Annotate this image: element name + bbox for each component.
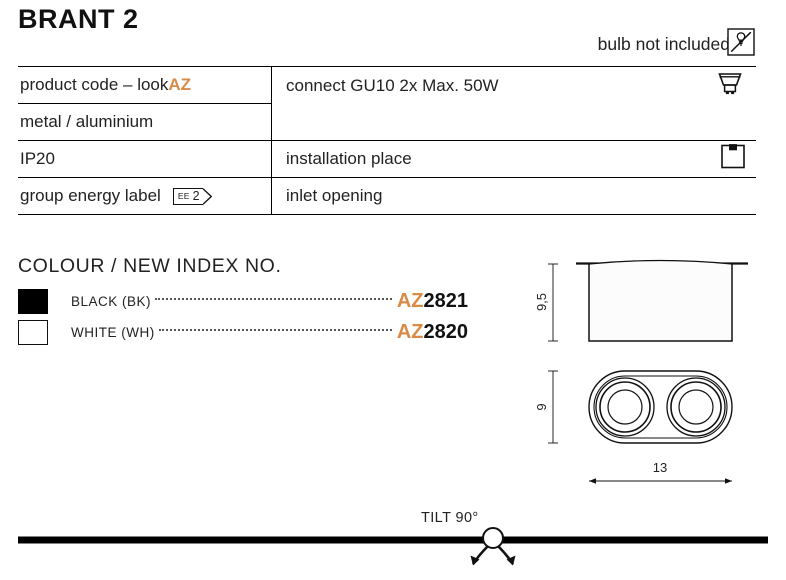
energy-badge-arrow-icon — [202, 187, 212, 205]
dimension-height-bottom — [548, 370, 558, 444]
list-item: WHITE (WH) AZ2820 — [18, 317, 468, 348]
tilt-graphic — [0, 520, 786, 575]
energy-label-cell: group energy label EE 2 — [18, 178, 272, 214]
index-code-black: AZ2821 — [397, 290, 468, 313]
product-code-cell: product code – look AZ — [18, 67, 272, 104]
colour-swatch-white — [18, 320, 48, 345]
connect-cell: connect GU10 2x Max. 50W — [272, 67, 756, 104]
spec-table: product code – look AZ connect GU10 2x M… — [18, 66, 756, 215]
page-title: BRANT 2 — [18, 4, 139, 34]
index-code-prefix: AZ — [396, 290, 424, 312]
ceiling-mount-icon — [716, 140, 750, 179]
material-cell: metal / aluminium — [18, 104, 272, 140]
table-row: metal / aluminium — [18, 104, 756, 141]
dimension-width-bottom — [589, 478, 732, 484]
connect-label: connect GU10 2x Max. 50W — [286, 75, 499, 95]
energy-label-text: group energy label — [20, 186, 161, 205]
table-row: product code – look AZ connect GU10 2x M… — [18, 67, 756, 104]
colour-name-black: BLACK (BK) — [71, 294, 152, 309]
inlet-opening-label: inlet opening — [286, 186, 383, 205]
table-row: IP20 installation place — [18, 141, 756, 178]
product-code-accent: AZ — [168, 75, 192, 94]
list-item: BLACK (BK) AZ2821 — [18, 286, 468, 317]
colour-section: COLOUR / NEW INDEX NO. BLACK (BK) AZ2821… — [18, 255, 468, 348]
energy-badge-prefix: EE — [177, 191, 190, 201]
dimension-label-height-bottom: 9 — [534, 403, 549, 410]
colour-section-heading: COLOUR / NEW INDEX NO. — [18, 255, 282, 277]
dimension-label-width-bottom: 13 — [653, 460, 667, 475]
colour-swatch-black — [18, 289, 48, 314]
colour-name-white: WHITE (WH) — [71, 325, 155, 340]
dimension-label-height-side: 9,5 — [534, 293, 549, 311]
product-code-label: product code – look — [20, 75, 169, 94]
energy-label-badge: EE 2 — [172, 187, 212, 205]
dimension-height-side — [548, 263, 558, 342]
empty-cell — [272, 104, 756, 140]
bulb-crossed-out-icon — [727, 28, 755, 56]
energy-badge-value: 2 — [192, 189, 200, 203]
table-row: group energy label EE 2 inlet opening — [18, 178, 756, 215]
technical-drawing: 9,5 9 13 — [520, 240, 786, 490]
index-code-number: 2820 — [423, 321, 469, 343]
index-code-white: AZ2820 — [397, 321, 468, 344]
material-label: metal / aluminium — [20, 112, 154, 131]
side-view-drawing — [576, 259, 748, 342]
leader-dots — [155, 298, 392, 300]
bulb-not-included-label: bulb not included — [597, 34, 730, 54]
installation-place-cell: installation place — [272, 141, 756, 177]
leader-dots — [158, 329, 392, 331]
installation-place-label: installation place — [286, 149, 412, 168]
gu10-bulb-icon — [710, 63, 750, 108]
inlet-opening-cell: inlet opening — [272, 178, 756, 214]
index-code-number: 2821 — [423, 290, 469, 312]
ip-rating-cell: IP20 — [18, 141, 272, 177]
ip-rating-label: IP20 — [20, 149, 55, 168]
index-code-prefix: AZ — [396, 321, 424, 343]
bottom-view-drawing — [588, 370, 733, 444]
